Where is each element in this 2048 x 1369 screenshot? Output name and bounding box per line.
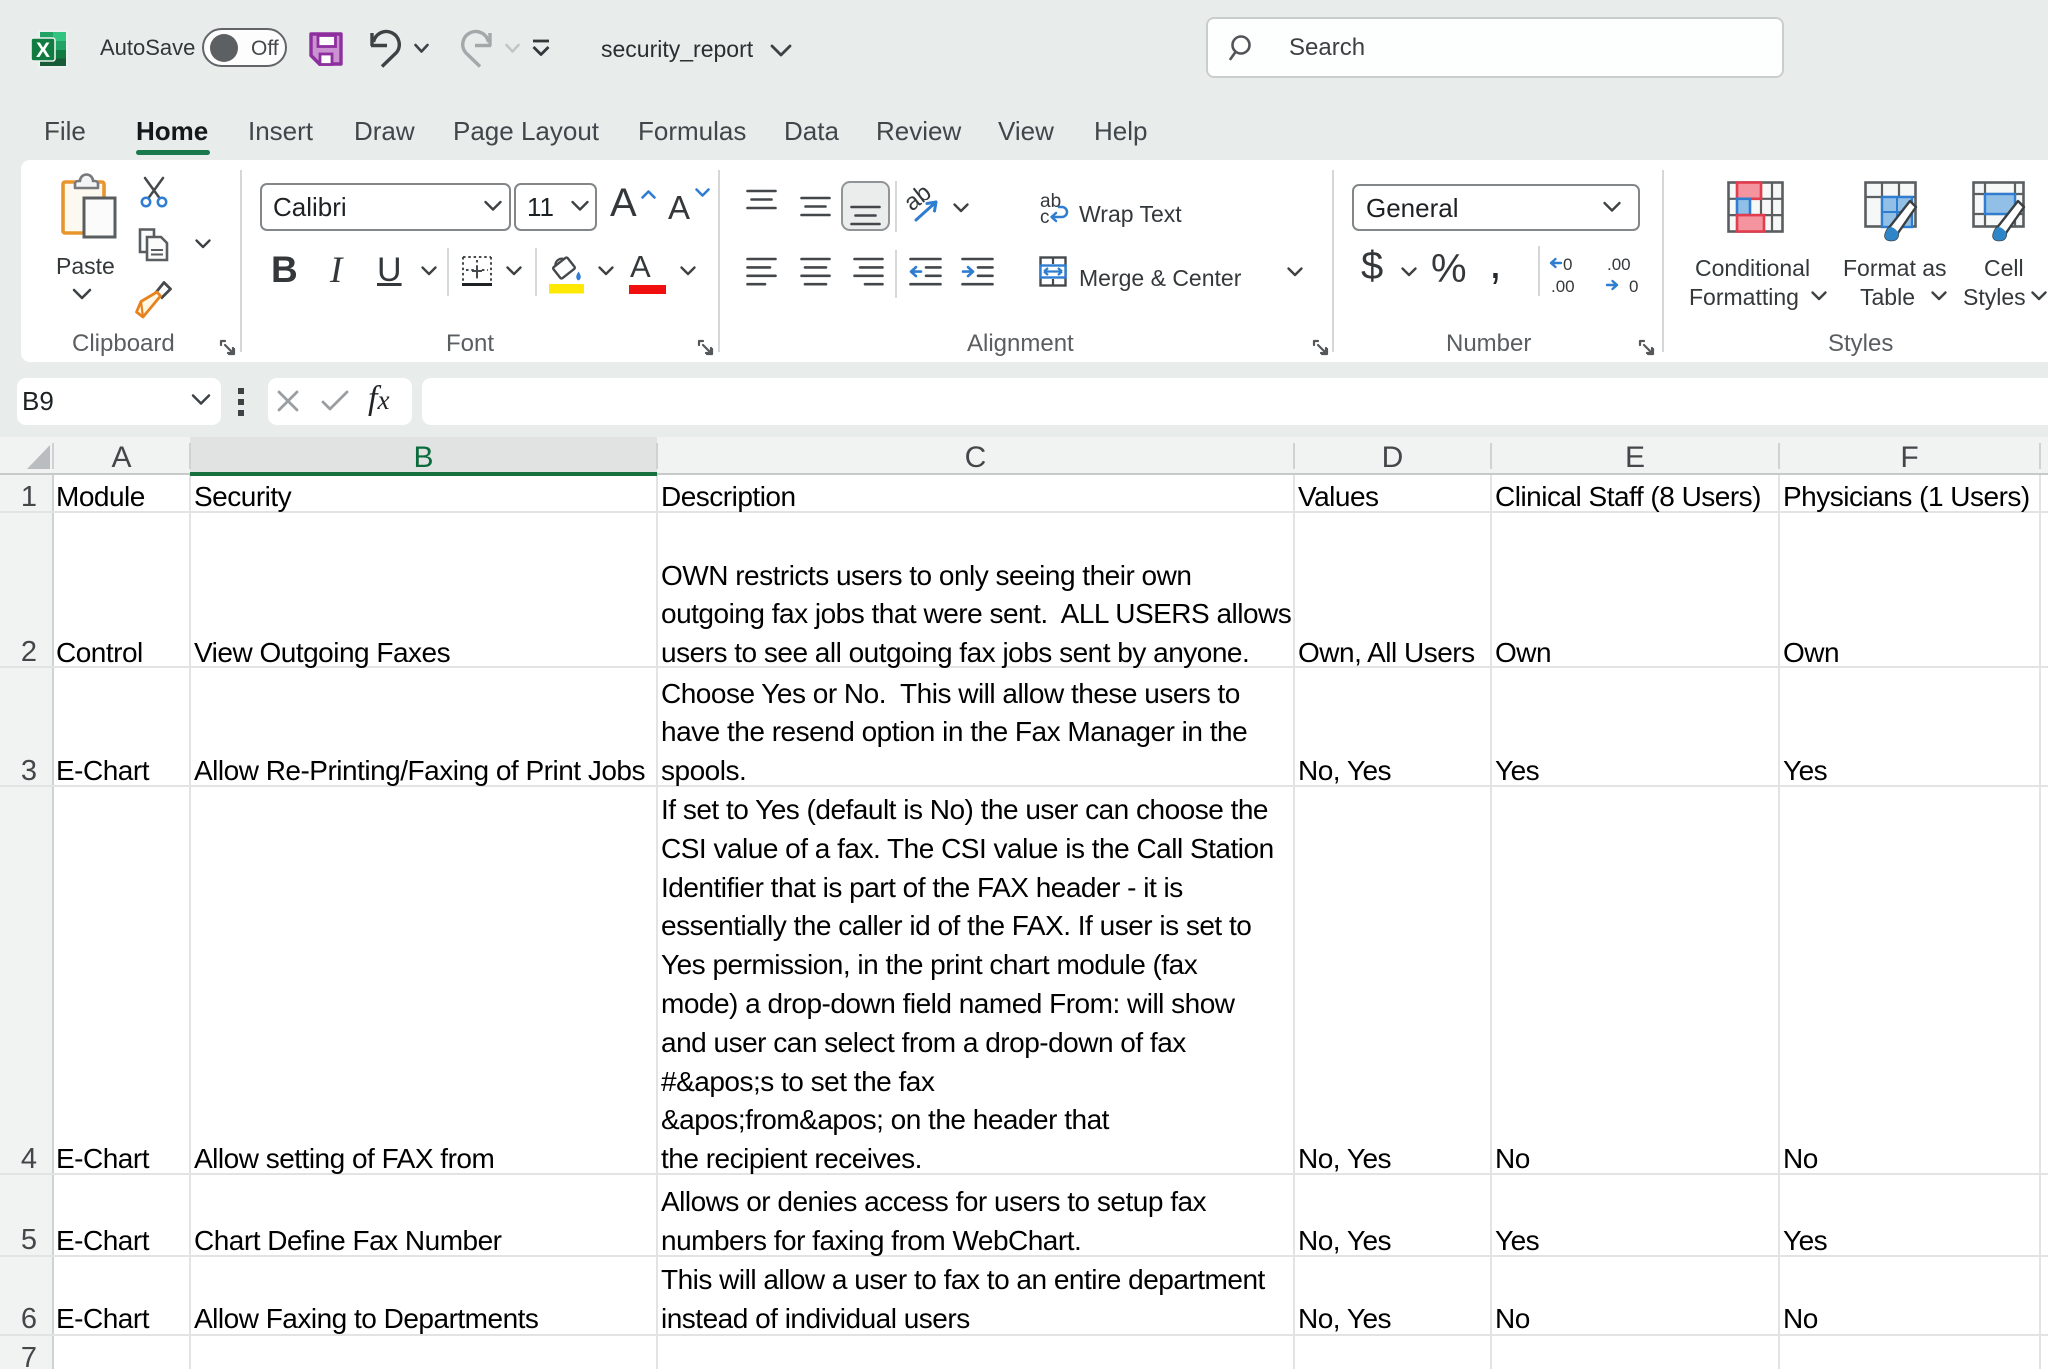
svg-text:c: c [1040,207,1050,228]
svg-text:0: 0 [1563,255,1572,274]
svg-text:.00: .00 [1607,255,1631,274]
svg-text:0: 0 [1629,277,1638,296]
svg-text:.00: .00 [1551,277,1575,296]
svg-text:X: X [36,39,50,62]
